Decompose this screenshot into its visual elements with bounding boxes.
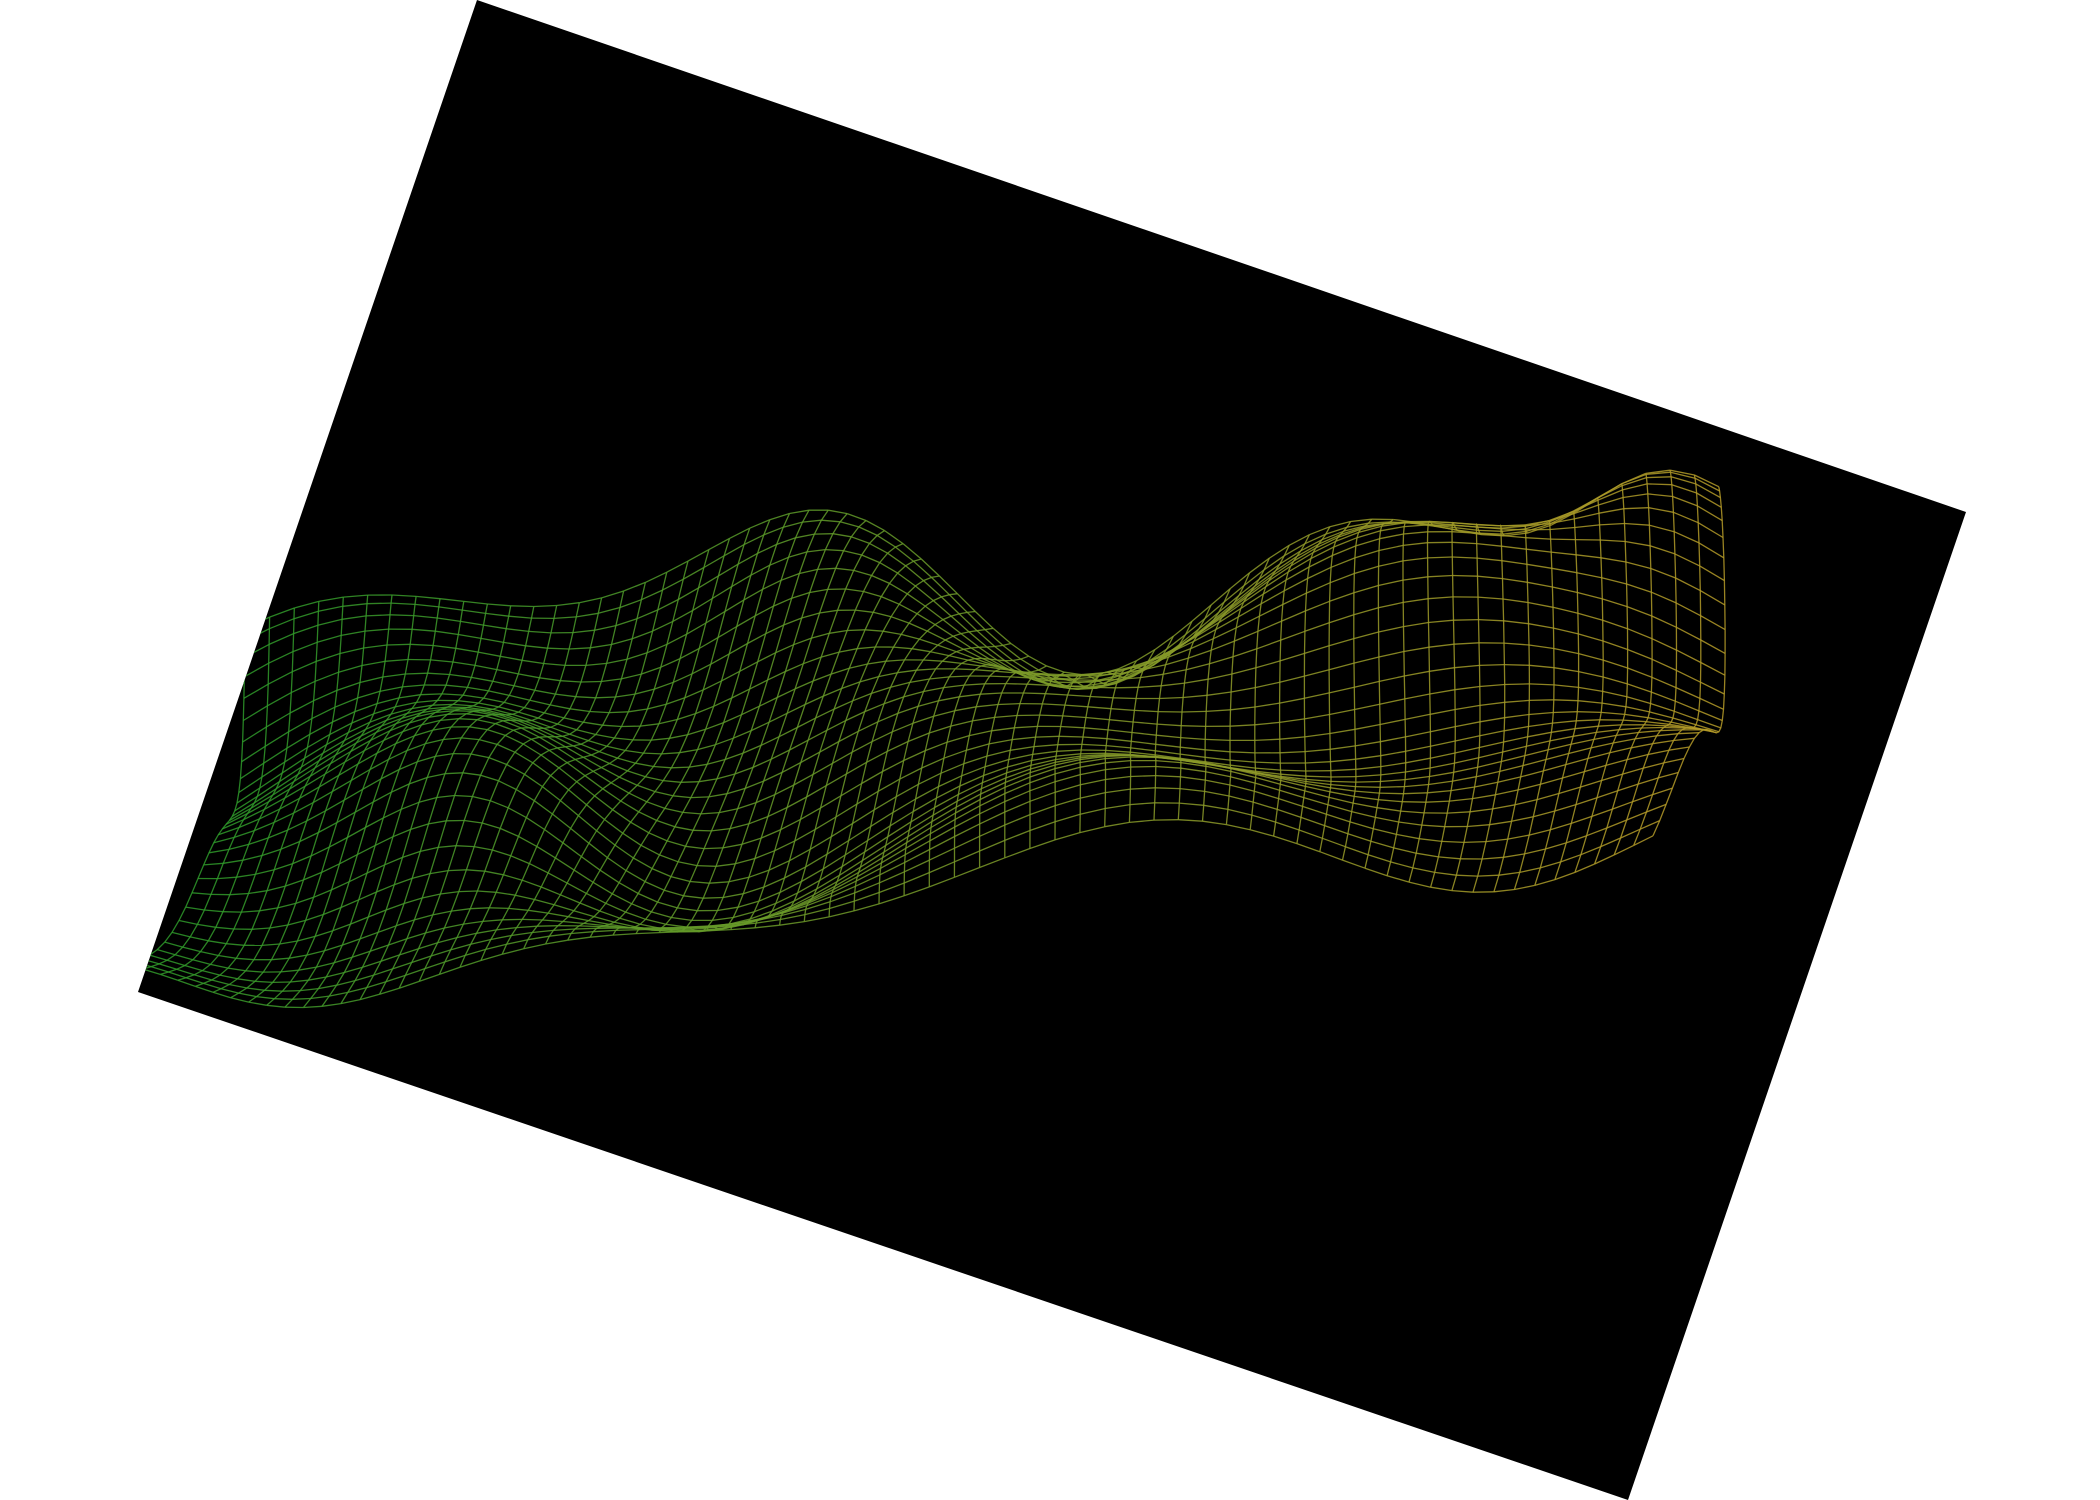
mesh-line-along [595, 696, 616, 699]
mesh-line-along [420, 693, 442, 696]
mesh-line-along [659, 931, 683, 934]
mesh-line-along [470, 907, 490, 910]
mesh-line-along [1095, 678, 1119, 681]
mesh-line-along [1035, 735, 1060, 738]
mesh-line-along [366, 602, 392, 605]
mesh-line-along [1023, 692, 1046, 695]
mesh-line-along [1280, 769, 1306, 772]
mesh-line-along [574, 927, 597, 930]
mesh-line-along [661, 927, 685, 930]
mesh-line-along [432, 703, 454, 706]
mesh-line-along [1380, 785, 1405, 788]
mesh-line-along [1305, 775, 1332, 778]
mesh-line-along [456, 845, 475, 848]
mesh-line-along [1402, 801, 1426, 803]
mesh-line-along [1577, 711, 1602, 714]
mesh-line-along [1130, 765, 1156, 768]
mesh-line-along [1005, 682, 1028, 685]
mesh-line-along [643, 752, 662, 755]
mesh-line-along [1452, 574, 1478, 577]
mesh-line-along [547, 647, 570, 650]
mesh-line-along [703, 896, 724, 899]
mesh-line-along [1155, 787, 1181, 790]
mesh-line-along [489, 907, 509, 910]
mesh-line-along [1463, 840, 1487, 844]
mesh-line-along [1080, 752, 1106, 755]
mesh-line-along [405, 672, 428, 675]
mesh-line-along [1477, 874, 1499, 877]
mesh-line-along [1070, 685, 1093, 689]
mesh-line-along [1052, 678, 1075, 681]
mesh-line-along [704, 847, 723, 850]
mesh-line-along [264, 989, 283, 992]
mesh-line-along [1181, 725, 1206, 728]
mesh-line-along [389, 614, 414, 617]
mesh-line-along [1647, 483, 1672, 486]
mesh-line-along [696, 864, 717, 867]
mesh-line-along [1330, 780, 1356, 783]
mesh-line-along [537, 925, 559, 927]
mesh-line-along [1427, 556, 1453, 559]
mesh-line-along [1641, 726, 1664, 729]
mesh-line-along [448, 869, 467, 872]
mesh-line-along [847, 629, 866, 632]
mesh-line-along [1403, 792, 1428, 795]
mesh-line-along [949, 675, 970, 678]
mesh-line-along [1504, 663, 1530, 666]
mesh-line-along [615, 929, 639, 932]
mesh-line-along [1057, 681, 1078, 684]
mesh-line-along [458, 890, 478, 893]
mesh-line-along [274, 998, 293, 1000]
mesh-line-along [580, 680, 602, 683]
mesh-line-along [997, 702, 1021, 706]
mesh-line-along [1181, 710, 1207, 713]
mesh-line-along [1130, 754, 1156, 758]
mesh-line-along [1479, 663, 1505, 667]
mesh-line-along [441, 708, 461, 711]
mesh-line-along [1039, 714, 1063, 717]
mesh-line-along [693, 829, 712, 832]
mesh-line-along [1663, 726, 1686, 729]
mesh-line-along [579, 925, 601, 928]
mesh-line-along [671, 766, 690, 769]
mesh-line-along [1112, 697, 1137, 700]
mesh-line-along [454, 710, 474, 713]
mesh-line-along [955, 668, 975, 671]
mesh-line-along [1529, 699, 1554, 702]
mesh-line-along [690, 796, 709, 799]
mesh-line-along [1456, 874, 1478, 877]
mesh-line-along [1660, 729, 1683, 732]
wireframe-terrain-image [0, 0, 2100, 1500]
mesh-line-along [444, 772, 463, 775]
mesh-line-along [1355, 780, 1381, 783]
mesh-line-along [1553, 711, 1578, 714]
mesh-line-along [600, 925, 623, 929]
mesh-line-along [1077, 674, 1100, 677]
mesh-line-along [386, 643, 411, 646]
mesh-line-along [638, 928, 662, 931]
mesh-line-along [663, 926, 687, 929]
mesh-line-along [282, 989, 301, 992]
mesh-line-along [989, 675, 1011, 678]
mesh-line-along [1115, 686, 1139, 689]
mesh-line-along [292, 997, 311, 1000]
mesh-line-along [1428, 521, 1453, 524]
mesh-line-along [1478, 529, 1503, 532]
mesh-line-along [1553, 699, 1579, 702]
mesh-line-along [1504, 683, 1530, 686]
mesh-line-along [1550, 538, 1576, 541]
mesh-line-along [681, 781, 700, 783]
mesh-line-along [1646, 476, 1672, 479]
mesh-line-along [447, 713, 467, 715]
mesh-line-along [1059, 735, 1084, 738]
mesh-line-along [1130, 774, 1156, 778]
mesh-line-along [1379, 792, 1404, 795]
mesh-line-along [510, 605, 534, 608]
mesh-line-along [522, 918, 543, 921]
mesh-line-along [1355, 785, 1381, 788]
mesh-line-along [1453, 618, 1479, 621]
mesh-line-along [682, 930, 707, 933]
mesh-line-along [609, 711, 629, 714]
